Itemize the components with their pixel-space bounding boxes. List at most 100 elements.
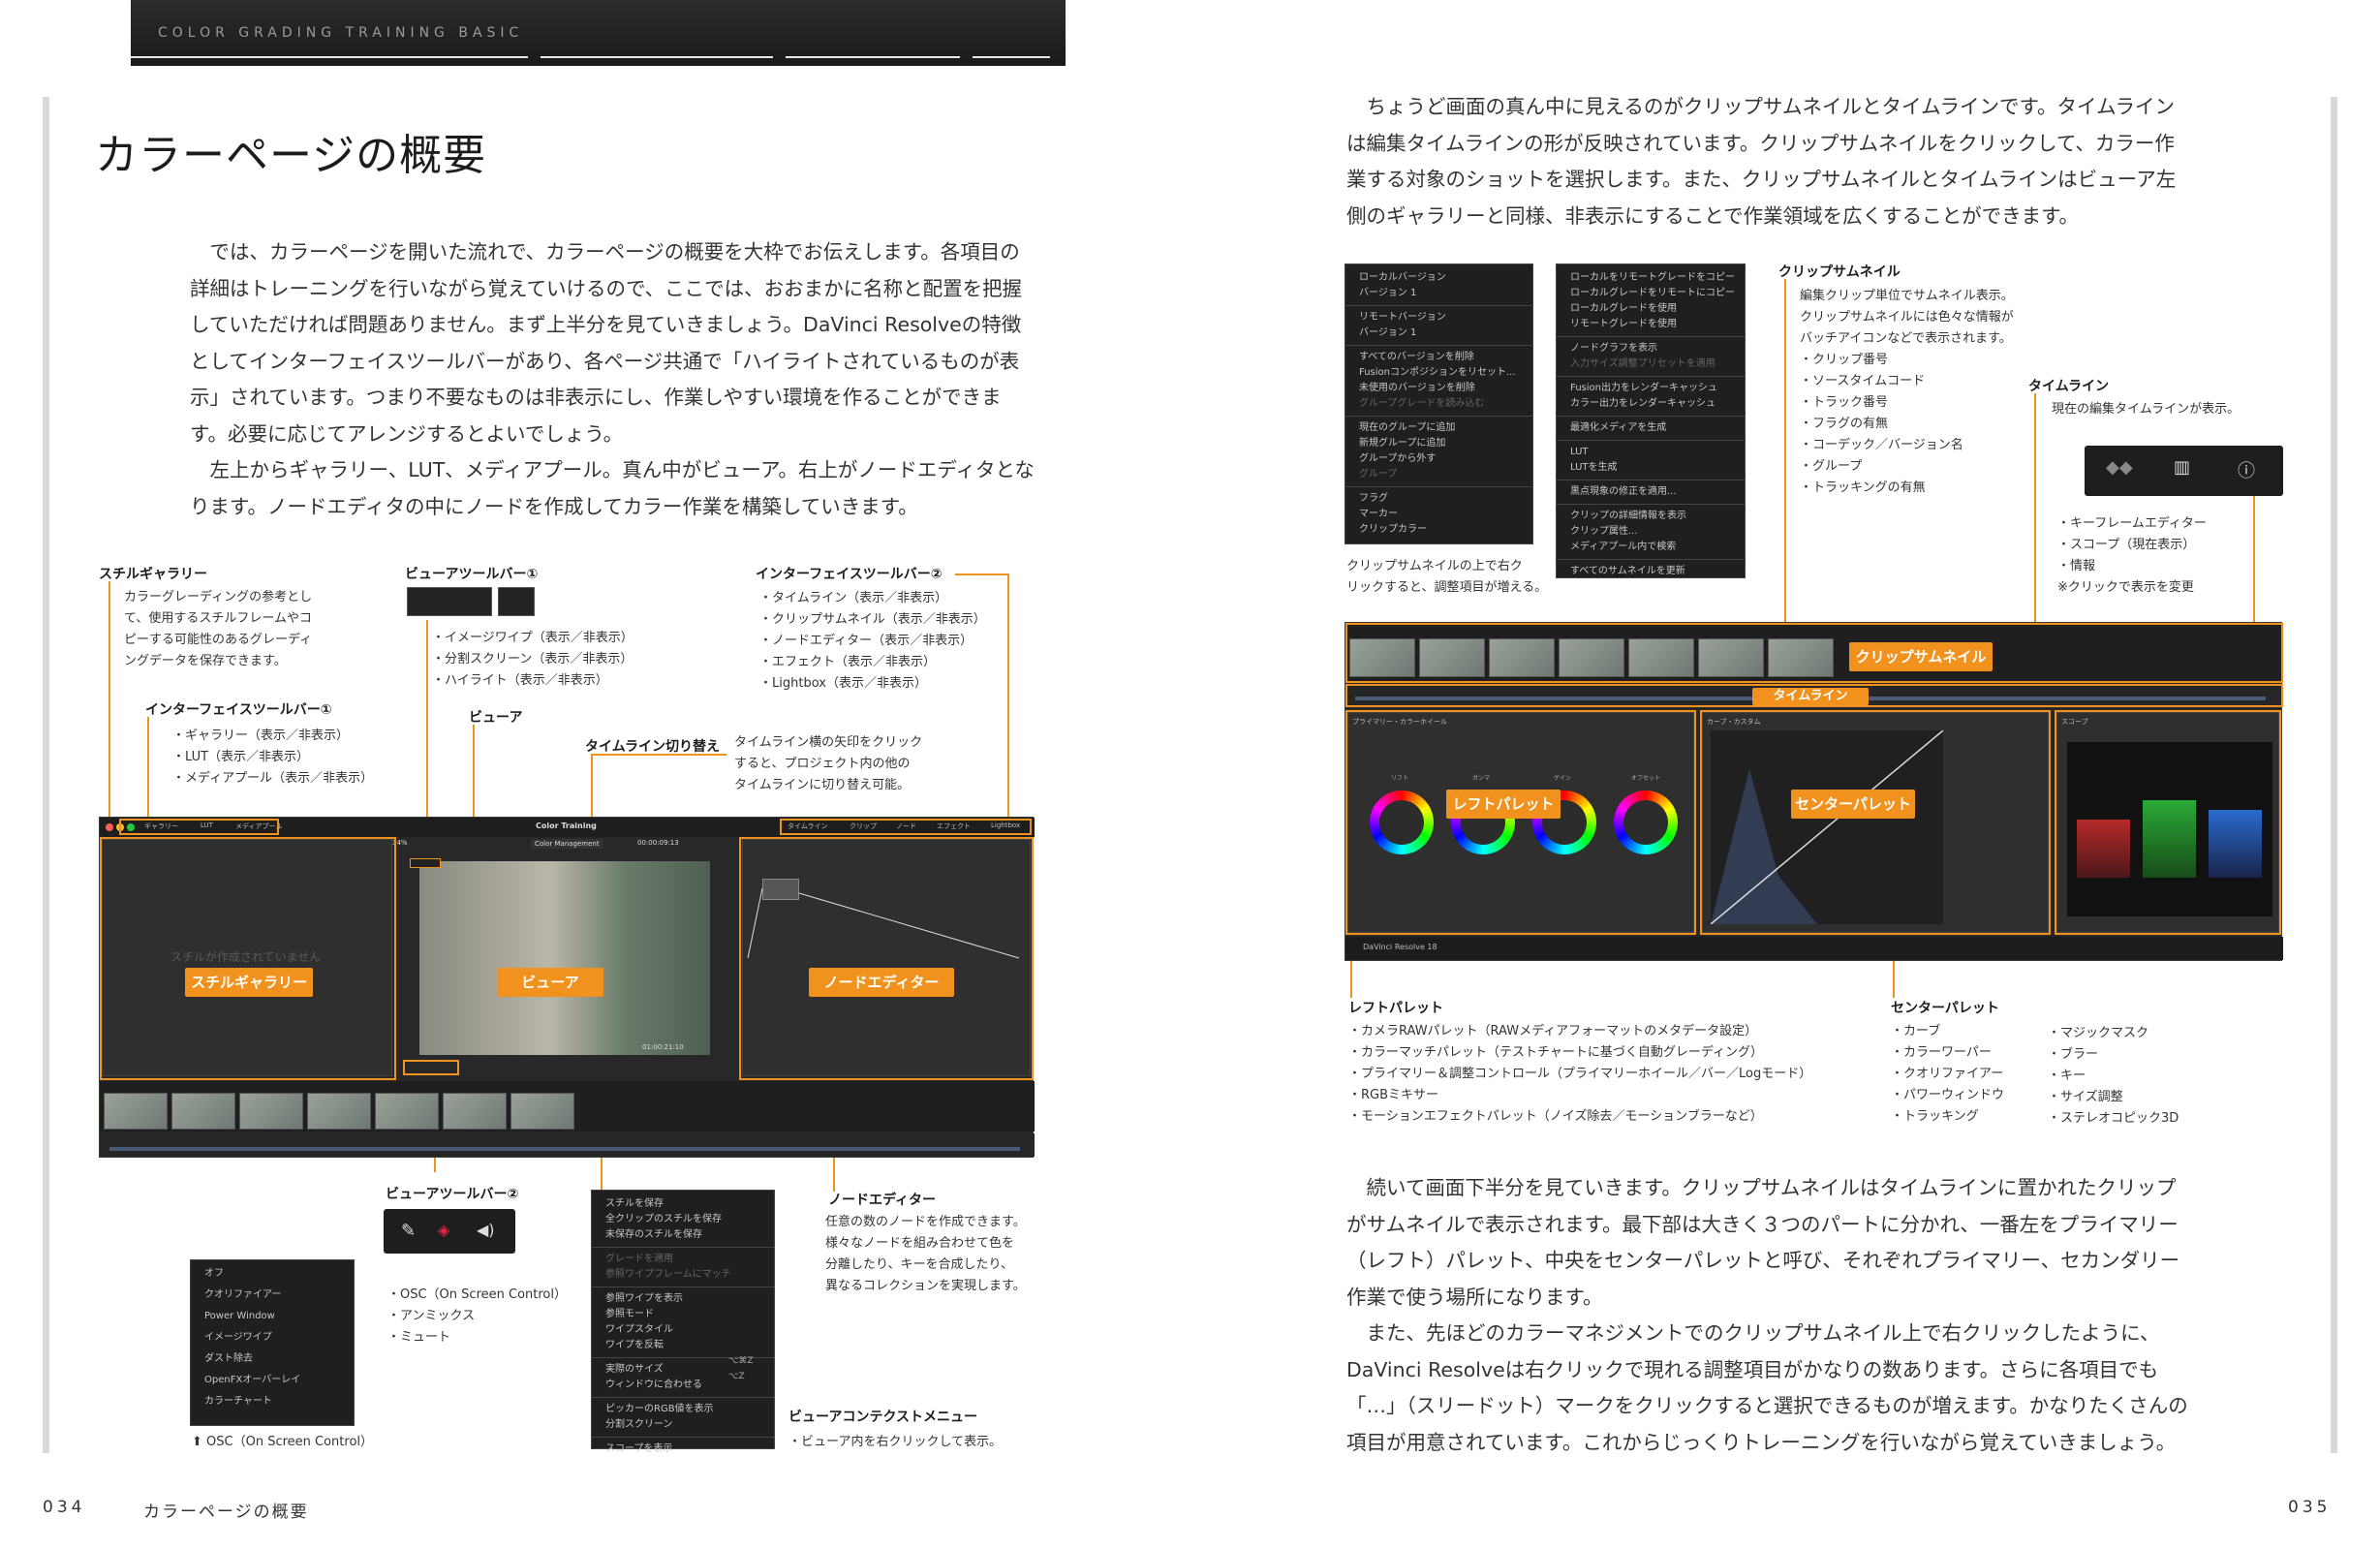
center-palette-title: センターパレット	[1891, 1001, 1999, 1016]
osc-menu-item[interactable]: Power Window	[191, 1309, 354, 1324]
speaker-icon[interactable]: ◀)	[477, 1221, 495, 1239]
overlay-left-palette: レフトパレット	[1446, 790, 1561, 819]
menu-item[interactable]: 最適化メディアを生成	[1557, 420, 1745, 436]
clip-thumbnail[interactable]	[443, 1093, 507, 1130]
menu-item[interactable]: LUT	[1557, 445, 1745, 460]
highlight-box	[403, 1060, 459, 1075]
callout-node-editor-title: ノードエディター	[828, 1193, 937, 1208]
keyframe-icon[interactable]: ◆◆	[2106, 457, 2133, 478]
leader-line	[1007, 574, 1009, 823]
overlay-clip-thumbnail: クリップサムネイル	[1849, 642, 1993, 671]
menu-item[interactable]: カラー出力をレンダーキャッシュ	[1557, 396, 1745, 412]
clip-thumbnail[interactable]	[510, 1093, 574, 1130]
menu-item[interactable]: 未使用のバージョンを削除	[1345, 381, 1532, 396]
menu-item[interactable]: Fusion出力をレンダーキャッシュ	[1557, 381, 1745, 396]
context-menu-item[interactable]: 分割スクリーン	[592, 1417, 774, 1433]
viewer-context-menu[interactable]: スチルを保存 全クリップのスチルを保存 未保存のスチルを保存 グレードを適用 参…	[591, 1190, 775, 1454]
close-dot-icon[interactable]	[106, 823, 113, 831]
leader-line	[147, 717, 149, 819]
clip-thumbnail[interactable]	[307, 1093, 371, 1130]
menu-item[interactable]: 黒点現象の修正を適用...	[1557, 484, 1745, 500]
menu-item[interactable]: クリップ属性...	[1557, 524, 1745, 540]
menu-item[interactable]: クリップの詳細情報を表示	[1557, 509, 1745, 524]
highlight-box	[1345, 710, 1696, 935]
menu-item[interactable]: ローカルグレードをリモートにコピー	[1557, 286, 1745, 301]
callout-viewer-title: ビューア	[469, 710, 523, 726]
menu-item[interactable]: グループから外す	[1345, 451, 1532, 467]
context-menu-item[interactable]: 参照モード	[592, 1307, 774, 1322]
context-menu-item[interactable]: 全クリップのスチルを保存	[592, 1212, 774, 1227]
right-margin-bar	[2331, 97, 2337, 1453]
viewer-timecode: 00:00:09:13	[637, 839, 679, 847]
osc-menu-item[interactable]: オフ	[191, 1266, 354, 1282]
context-menu-item[interactable]: 未保存のスチルを保存	[592, 1227, 774, 1243]
right-intro: ちょうど画面の真ん中に見えるのがクリップサムネイルとタイムラインです。タイムライ…	[1346, 95, 2177, 228]
menu-item[interactable]: バージョン 1	[1345, 326, 1532, 341]
menu-item[interactable]: ローカルバージョン	[1345, 270, 1532, 286]
body-paragraph: 続いて画面下半分を見ていきます。クリップサムネイルはタイムラインに置かれたクリッ…	[1346, 1176, 2180, 1309]
clip-context-menu-2[interactable]: ローカルをリモートグレードをコピー ローカルグレードをリモートにコピー ローカル…	[1556, 264, 1746, 578]
leader-line	[591, 754, 726, 756]
menu-item[interactable]: すべてのサムネイルを更新	[1557, 564, 1745, 579]
menu-item[interactable]: LUTを生成	[1557, 460, 1745, 476]
menu-item[interactable]: クリップカラー	[1345, 522, 1532, 538]
menu-item[interactable]: フラグ	[1345, 491, 1532, 507]
resolve-screen-lower: クリップサムネイル タイムライン プライマリー・カラーホイール リフト ガンマ …	[1345, 622, 2283, 961]
osc-menu-item[interactable]: イメージワイプ	[191, 1330, 354, 1346]
menu-item[interactable]: ローカルをリモートグレードをコピー	[1557, 270, 1745, 286]
highlight-box	[780, 819, 1032, 835]
highlight-box	[739, 837, 1034, 1080]
header-line	[131, 56, 528, 58]
clip-thumbnail[interactable]	[171, 1093, 235, 1130]
clip-thumbnail-strip[interactable]	[100, 1081, 1035, 1132]
osc-menu-item[interactable]: OpenFXオーバーレイ	[191, 1373, 354, 1388]
body-paragraph: また、先ほどのカラーマネジメントでのクリップサムネイル上で右クリックしたように、…	[1346, 1321, 2188, 1454]
header-line	[973, 56, 1050, 58]
osc-menu[interactable]: オフ クオリファイアー Power Window イメージワイプ ダスト除去 O…	[190, 1259, 355, 1426]
context-menu-item[interactable]: ウィンドウに合わせる	[592, 1378, 774, 1393]
context-menu-item[interactable]: ピッカーのRGB値を表示	[592, 1402, 774, 1417]
callout-still-gallery-title: スチルギャラリー	[99, 567, 207, 582]
context-menu-item[interactable]: ワイプスタイル	[592, 1322, 774, 1338]
timeline-strip[interactable]	[100, 1133, 1035, 1157]
context-menu-item[interactable]: スコープを表示	[592, 1442, 774, 1457]
clip-thumbnail[interactable]	[104, 1093, 168, 1130]
menu-item: 入力サイズ調整プリセットを適用	[1570, 358, 1715, 369]
osc-menu-item[interactable]: ダスト除去	[191, 1351, 354, 1367]
menu-item[interactable]: ノードグラフを表示	[1557, 341, 1745, 356]
menu-item[interactable]: ローカルグレードを使用	[1557, 301, 1745, 317]
context-menu-item[interactable]: ワイプを反転	[592, 1338, 774, 1353]
layers-icon[interactable]: ◈	[438, 1221, 449, 1239]
viewer-toolbar-1[interactable]	[410, 858, 441, 868]
viewer-image[interactable]	[419, 861, 710, 1055]
menu-item: グループ	[1359, 469, 1398, 480]
clip-context-menu-1[interactable]: ローカルバージョン バージョン 1 リモートバージョン バージョン 1 すべての…	[1345, 264, 1533, 544]
menu-item[interactable]: 新規グループに追加	[1345, 436, 1532, 451]
menu-item[interactable]: メディアプール内で検索	[1557, 540, 1745, 555]
context-menu-item[interactable]: 参照ワイプを表示	[592, 1291, 774, 1307]
callout-viewer-toolbar-2-title: ビューアツールバー②	[386, 1187, 519, 1202]
callout-clip-thumbnail-title: クリップサムネイル	[1778, 264, 1901, 280]
context-menu-item[interactable]: スチルを保存	[592, 1196, 774, 1212]
menu-item[interactable]: バージョン 1	[1345, 286, 1532, 301]
menu-item[interactable]: すべてのバージョンを削除	[1345, 350, 1532, 365]
callout-interface-toolbar-2-items: ・タイムライン（表示／非表示） ・クリップサムネイル（表示／非表示） ・ノードエディ…	[759, 591, 986, 691]
osc-menu-item[interactable]: クオリファイアー	[191, 1287, 354, 1303]
footer-title: カラーページの概要	[143, 1503, 309, 1522]
viewer-timecode-2: 01:00:21:10	[642, 1043, 684, 1051]
menu-item[interactable]: リモートバージョン	[1345, 310, 1532, 326]
menu-item[interactable]: マーカー	[1345, 507, 1532, 522]
menu-item[interactable]: リモートグレードを使用	[1557, 317, 1745, 332]
callout-node-editor-desc: 任意の数のノードを作成できます。 様々なノードを組み合わせて色を 分離したり、キーを…	[825, 1215, 1026, 1293]
eyedropper-icon[interactable]: ✎	[401, 1221, 416, 1241]
color-management-label[interactable]: Color Management	[531, 839, 603, 849]
clip-thumbnail[interactable]	[239, 1093, 303, 1130]
clip-thumbnail[interactable]	[375, 1093, 439, 1130]
scope-icon[interactable]: ▥	[2174, 457, 2190, 478]
header-line	[786, 56, 960, 58]
menu-item[interactable]: 現在のグループに追加	[1345, 420, 1532, 436]
highlight-box	[1345, 623, 2283, 683]
info-icon[interactable]: ⓘ	[2238, 457, 2255, 482]
menu-item[interactable]: Fusionコンポジションをリセット...	[1345, 365, 1532, 381]
osc-menu-item[interactable]: カラーチャート	[191, 1394, 354, 1410]
